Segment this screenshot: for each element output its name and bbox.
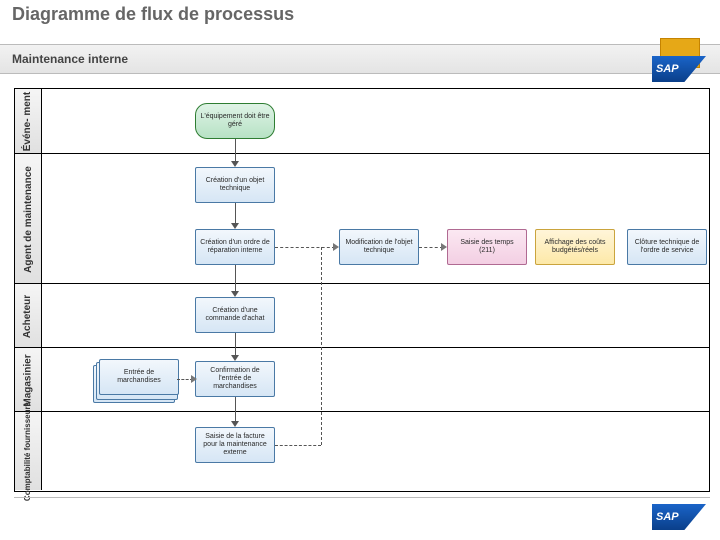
sap-logo-top: SAP <box>652 56 706 82</box>
lane-label-acheteur: Acheteur <box>15 284 42 348</box>
conn <box>235 333 236 357</box>
conn <box>235 139 236 163</box>
lane-compta: Comptabilité fournisseurs <box>15 411 709 490</box>
arrow-down-icon <box>231 421 239 427</box>
lane-label-compta: Comptabilité fournisseurs <box>15 412 42 490</box>
task-tech-close: Clôture technique de l'ordre de service <box>627 229 707 265</box>
conn <box>235 397 236 423</box>
arrow-down-icon <box>231 223 239 229</box>
swimlane-diagram: Événe- ment Agent de maintenance Acheteu… <box>14 88 710 492</box>
lane-acheteur: Acheteur <box>15 283 709 348</box>
arrow-down-icon <box>231 355 239 361</box>
subtitle-text: Maintenance interne <box>12 52 128 66</box>
task-invoice: Saisie de la facture pour la maintenance… <box>195 427 275 463</box>
conn-dash <box>275 247 335 248</box>
lane-label-event: Événe- ment <box>15 89 42 153</box>
slide-title: Diagramme de flux de processus <box>12 4 710 25</box>
slide: Diagramme de flux de processus Maintenan… <box>0 0 720 540</box>
footer-divider <box>14 497 710 498</box>
conn <box>235 265 236 293</box>
event-equipment: L'équipement doit être géré <box>195 103 275 139</box>
lane-label-agent: Agent de maintenance <box>15 154 42 284</box>
doc-goods-entry: Entrée de marchandises <box>93 359 177 399</box>
task-modify-object: Modification de l'objet technique <box>339 229 419 265</box>
conn <box>235 203 236 225</box>
arrow-right-icon <box>333 243 339 251</box>
arrow-right-icon <box>441 243 447 251</box>
conn-dash <box>419 247 443 248</box>
task-confirm-goods: Confirmation de l'entrée de marchandises <box>195 361 275 397</box>
arrow-down-icon <box>231 161 239 167</box>
task-create-order: Création d'un ordre de réparation intern… <box>195 229 275 265</box>
conn-dash <box>275 445 321 446</box>
sap-logo-text: SAP <box>652 56 706 82</box>
ext-time-entry: Saisie des temps (211) <box>447 229 527 265</box>
ext-display-costs: Affichage des coûts budgétés/réels <box>535 229 615 265</box>
task-create-object: Création d'un objet technique <box>195 167 275 203</box>
title-area: Diagramme de flux de processus <box>0 0 720 44</box>
sap-logo-text: SAP <box>652 504 706 530</box>
task-create-po: Création d'une commande d'achat <box>195 297 275 333</box>
sap-logo-bottom: SAP <box>652 504 706 530</box>
lane-event: Événe- ment <box>15 89 709 153</box>
subtitle-band: Maintenance interne <box>0 44 720 74</box>
arrow-right-icon <box>191 375 197 383</box>
arrow-down-icon <box>231 291 239 297</box>
conn-dash <box>321 247 322 445</box>
